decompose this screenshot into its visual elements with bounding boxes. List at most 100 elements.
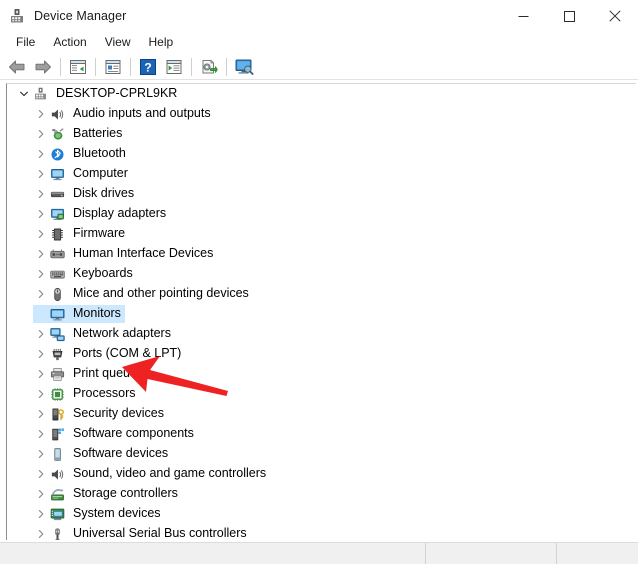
chevron-right-icon[interactable] [33,166,49,182]
menu-bar: File Action View Help [0,32,638,54]
mouse-icon [49,286,66,302]
tree-item-label: Computer [71,165,131,183]
tree-item-monitors[interactable]: Monitors [7,304,636,324]
chevron-right-icon[interactable] [33,286,49,302]
tree-item-software-components[interactable]: Software components [7,424,636,444]
toolbar-separator-5 [226,58,227,76]
tree-item-label: Monitors [71,305,124,323]
tree-item-audio-inputs-and-outputs[interactable]: Audio inputs and outputs [7,104,636,124]
tree-item-keyboards[interactable]: Keyboards [7,264,636,284]
monitor-icon [49,306,66,322]
maximize-button[interactable] [546,0,592,32]
chevron-right-icon[interactable] [33,346,49,362]
tree-item-label: Human Interface Devices [71,245,216,263]
tree-item-computer[interactable]: Computer [7,164,636,184]
keyboard-icon [49,266,66,282]
tree-item-security-devices[interactable]: Security devices [7,404,636,424]
tree-item-network-adapters[interactable]: Network adapters [7,324,636,344]
caption-button-group [500,0,638,32]
chevron-right-icon[interactable] [33,486,49,502]
storage-controller-icon [49,486,66,502]
tree-item-label: Bluetooth [71,145,129,163]
tree-item-label: Network adapters [71,325,174,343]
chevron-right-icon[interactable] [33,126,49,142]
chevron-right-icon[interactable] [33,326,49,342]
chevron-right-icon[interactable] [33,246,49,262]
tree-item-batteries[interactable]: Batteries [7,124,636,144]
battery-icon [49,126,66,142]
chevron-right-icon[interactable] [33,526,49,540]
tree-item-print-queues[interactable]: Print queues [7,364,636,384]
tree-item-storage-controllers[interactable]: Storage controllers [7,484,636,504]
chevron-right-icon[interactable] [33,206,49,222]
device-tree[interactable]: DESKTOP-CPRL9KR Audio inputs and outputs… [6,83,636,540]
chevron-right-icon[interactable] [33,466,49,482]
tree-item-human-interface-devices[interactable]: Human Interface Devices [7,244,636,264]
show-hide-console-tree-button[interactable] [65,55,91,79]
status-cell-second [426,543,557,564]
processor-icon [49,386,66,402]
chevron-right-icon[interactable] [33,446,49,462]
chevron-right-icon[interactable] [33,106,49,122]
tree-item-label: Print queues [71,365,146,383]
close-button[interactable] [592,0,638,32]
toolbar-separator-2 [95,58,96,76]
chevron-right-icon[interactable] [33,366,49,382]
network-adapter-icon [49,326,66,342]
menu-help[interactable]: Help [140,33,183,53]
properties-button[interactable] [100,55,126,79]
title-bar[interactable]: Device Manager [0,0,638,32]
tree-item-software-devices[interactable]: Software devices [7,444,636,464]
security-device-icon [49,406,66,422]
tree-item-display-adapters[interactable]: Display adapters [7,204,636,224]
tree-item-label: Software components [71,425,197,443]
chevron-right-icon[interactable] [33,406,49,422]
menu-action[interactable]: Action [44,33,95,53]
tree-item-processors[interactable]: Processors [7,384,636,404]
port-icon [49,346,66,362]
software-device-icon [49,446,66,462]
system-device-icon [49,506,66,522]
printer-icon [49,366,66,382]
chevron-right-icon[interactable] [33,506,49,522]
computer-root-icon [32,86,49,102]
tree-item-bluetooth[interactable]: Bluetooth [7,144,636,164]
tree-item-firmware[interactable]: Firmware [7,224,636,244]
chevron-right-icon[interactable] [33,226,49,242]
menu-view[interactable]: View [96,33,140,53]
chevron-right-icon[interactable] [33,146,49,162]
usb-icon [49,526,66,540]
tree-item-label: Disk drives [71,185,137,203]
menu-file[interactable]: File [7,33,44,53]
minimize-button[interactable] [500,0,546,32]
toolbar-separator-4 [191,58,192,76]
tree-item-label: Audio inputs and outputs [71,105,214,123]
computer-icon [49,166,66,182]
toolbar-separator-1 [60,58,61,76]
tree-item-label: Display adapters [71,205,169,223]
tree-row-root[interactable]: DESKTOP-CPRL9KR [7,84,636,104]
tree-item-mice-and-other-pointing-devices[interactable]: Mice and other pointing devices [7,284,636,304]
chevron-right-icon[interactable] [33,426,49,442]
tree-item-label: Firmware [71,225,128,243]
tree-item-universal-serial-bus-controllers[interactable]: Universal Serial Bus controllers [7,524,636,540]
chevron-down-icon[interactable] [16,86,32,102]
sound-video-game-icon [49,466,66,482]
tree-item-system-devices[interactable]: System devices [7,504,636,524]
forward-button[interactable] [30,55,56,79]
display-devices-button[interactable] [231,55,257,79]
chevron-right-icon[interactable] [33,386,49,402]
chevron-right-icon[interactable] [33,186,49,202]
update-driver-button[interactable] [196,55,222,79]
disk-drive-icon [49,186,66,202]
scan-for-hardware-changes-button[interactable] [161,55,187,79]
tree-root-label: DESKTOP-CPRL9KR [54,85,180,103]
tree-item-sound-video-and-game-controllers[interactable]: Sound, video and game controllers [7,464,636,484]
chevron-right-icon[interactable] [33,266,49,282]
toolbar-separator-3 [130,58,131,76]
tree-item-disk-drives[interactable]: Disk drives [7,184,636,204]
back-button[interactable] [4,55,30,79]
help-button[interactable]: ? [135,55,161,79]
tree-item-label: Processors [71,385,139,403]
tree-item-ports-com-lpt[interactable]: Ports (COM & LPT) [7,344,636,364]
